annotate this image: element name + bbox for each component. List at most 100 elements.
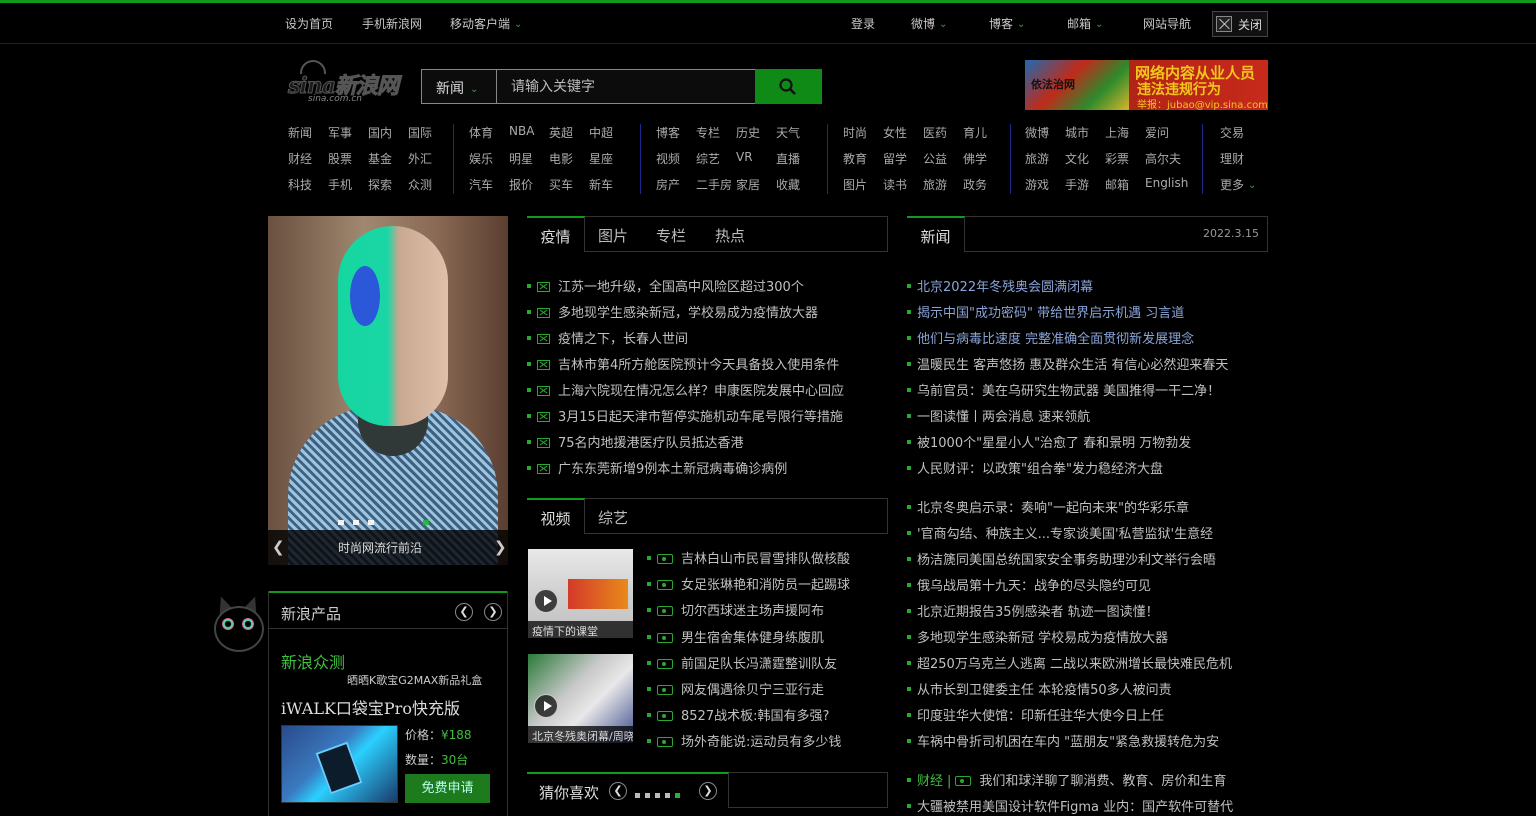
nav-link[interactable]: 二手房 bbox=[696, 176, 732, 193]
news-item[interactable]: 上海六院现在情况怎么样？申康医院发展中心回应 bbox=[527, 380, 844, 399]
set-home-link[interactable]: 设为首页 bbox=[285, 15, 333, 32]
mail-menu[interactable]: 邮箱 ⌄ bbox=[1067, 15, 1103, 32]
apply-button[interactable]: 免费申请 bbox=[405, 774, 490, 803]
headline-item[interactable]: 大疆被禁用美国设计软件Figma 业内：国产软件可替代 bbox=[907, 796, 1233, 815]
nav-link[interactable]: 手游 bbox=[1065, 176, 1089, 193]
video-item[interactable]: 场外奇能说:运动员有多少钱 bbox=[647, 731, 841, 750]
headline-item[interactable]: 北京2022年冬残奥会圆满闭幕 bbox=[907, 276, 1093, 295]
nav-link[interactable]: 佛学 bbox=[963, 150, 987, 167]
nav-link[interactable]: 天气 bbox=[776, 124, 800, 141]
nav-link[interactable]: 股票 bbox=[328, 150, 352, 167]
video-item[interactable]: 8527战术板:韩国有多强? bbox=[647, 705, 829, 724]
nav-link[interactable]: VR bbox=[736, 150, 753, 164]
cat-mascot-icon[interactable] bbox=[206, 593, 268, 660]
chevron-right-icon[interactable]: ❯ bbox=[484, 603, 502, 621]
tab-video[interactable]: 视频 bbox=[527, 498, 585, 534]
headline-item[interactable]: 被1000个"星星小人"治愈了 春和景明 万物勃发 bbox=[907, 432, 1191, 451]
chevron-right-icon[interactable]: ❯ bbox=[494, 538, 507, 556]
headline-item[interactable]: 杨洁篪同美国总统国家安全事务助理沙利文举行会晤 bbox=[907, 549, 1216, 568]
nav-link[interactable]: 旅游 bbox=[923, 176, 947, 193]
slide-dot[interactable] bbox=[338, 520, 344, 525]
nav-link[interactable]: 微博 bbox=[1025, 124, 1049, 141]
weibo-menu[interactable]: 微博 ⌄ bbox=[911, 15, 947, 32]
pager-dot[interactable] bbox=[665, 793, 670, 798]
nav-link[interactable]: 报价 bbox=[509, 176, 533, 193]
video-thumbnail[interactable]: 疫情下的课堂 bbox=[528, 549, 633, 638]
nav-link[interactable]: 新闻 bbox=[288, 124, 312, 141]
nav-link[interactable]: 高尔夫 bbox=[1145, 150, 1181, 167]
nav-link[interactable]: 文化 bbox=[1065, 150, 1089, 167]
nav-link[interactable]: 更多 ⌄ bbox=[1220, 176, 1256, 193]
nav-link[interactable]: 医药 bbox=[923, 124, 947, 141]
slide-dot-active[interactable] bbox=[423, 520, 429, 525]
nav-link[interactable]: 科技 bbox=[288, 176, 312, 193]
nav-link[interactable]: 女性 bbox=[883, 124, 907, 141]
news-item[interactable]: 多地现学生感染新冠，学校易成为疫情放大器 bbox=[527, 302, 818, 321]
news-item[interactable]: 吉林市第4所方舱医院预计今天具备投入使用条件 bbox=[527, 354, 839, 373]
nav-link[interactable]: 旅游 bbox=[1025, 150, 1049, 167]
nav-link[interactable]: 探索 bbox=[368, 176, 392, 193]
pager-dot[interactable] bbox=[645, 793, 650, 798]
mobile-sina-link[interactable]: 手机新浪网 bbox=[362, 15, 422, 32]
tab-variety[interactable]: 综艺 bbox=[585, 499, 641, 533]
photo-slideshow[interactable]: ❮ 时尚网流行前沿 ❯ bbox=[268, 216, 508, 565]
headline-item[interactable]: 从市长到卫健委主任 本轮疫情50多人被问责 bbox=[907, 679, 1172, 698]
nav-link[interactable]: 体育 bbox=[469, 124, 493, 141]
headline-item[interactable]: 他们与病毒比速度 完整准确全面贯彻新发展理念 bbox=[907, 328, 1194, 347]
nav-link[interactable]: 国内 bbox=[368, 124, 392, 141]
mobile-client-menu[interactable]: 移动客户端 ⌄ bbox=[450, 15, 522, 32]
nav-link[interactable]: 教育 bbox=[843, 150, 867, 167]
nav-link[interactable]: 买车 bbox=[549, 176, 573, 193]
site-nav-link[interactable]: 网站导航 bbox=[1143, 15, 1191, 32]
nav-link[interactable]: 电影 bbox=[549, 150, 573, 167]
news-item[interactable]: 3月15日起天津市暂停实施机动车尾号限行等措施 bbox=[527, 406, 843, 425]
search-button[interactable] bbox=[755, 69, 822, 104]
close-button[interactable]: 关闭 bbox=[1212, 11, 1268, 37]
nav-link[interactable]: 家居 bbox=[736, 176, 760, 193]
video-item[interactable]: 前国足队长冯潇霆整训队友 bbox=[647, 653, 837, 672]
nav-link[interactable]: 基金 bbox=[368, 150, 392, 167]
product-name[interactable]: iWALK口袋宝Pro快充版 bbox=[281, 695, 460, 719]
news-item[interactable]: 广东东莞新增9例本土新冠病毒确诊病例 bbox=[527, 458, 787, 477]
nav-link[interactable]: 房产 bbox=[656, 176, 680, 193]
tab-news[interactable]: 新闻 bbox=[907, 216, 965, 252]
news-item[interactable]: 江苏一地升级，全国高中风险区超过300个 bbox=[527, 276, 804, 295]
nav-link[interactable]: 收藏 bbox=[776, 176, 800, 193]
video-thumbnail[interactable]: 北京冬残奥闭幕/周晓 bbox=[528, 654, 633, 743]
products-brand-link[interactable]: 新浪众测 bbox=[281, 649, 345, 673]
nav-link[interactable]: 彩票 bbox=[1105, 150, 1129, 167]
slide-dot[interactable] bbox=[368, 520, 374, 525]
headline-item[interactable]: 乌前官员：美在乌研究生物武器 美国推得一干二净！ bbox=[907, 380, 1220, 399]
video-item[interactable]: 吉林白山市民冒雪排队做核酸 bbox=[647, 548, 850, 567]
video-item[interactable]: 切尔西球迷主场声援阿布 bbox=[647, 600, 824, 619]
headline-item[interactable]: 北京冬奥启示录：奏响"一起向未来"的华彩乐章 bbox=[907, 497, 1189, 516]
nav-link[interactable]: 时尚 bbox=[843, 124, 867, 141]
headline-item[interactable]: 温暖民生 客声悠扬 惠及群众生活 有信心必然迎来春天 bbox=[907, 354, 1228, 373]
nav-link[interactable]: NBA bbox=[509, 124, 534, 138]
headline-item[interactable]: 人民财评：以政策"组合拳"发力稳经济大盘 bbox=[907, 458, 1163, 477]
nav-link[interactable]: English bbox=[1145, 176, 1188, 190]
video-item[interactable]: 男生宿舍集体健身练腹肌 bbox=[647, 627, 824, 646]
nav-link[interactable]: 新车 bbox=[589, 176, 613, 193]
nav-link[interactable]: 财经 bbox=[288, 150, 312, 167]
nav-link[interactable]: 外汇 bbox=[408, 150, 432, 167]
video-item[interactable]: 女足张琳艳和消防员一起踢球 bbox=[647, 574, 850, 593]
nav-link[interactable]: 游戏 bbox=[1025, 176, 1049, 193]
nav-link[interactable]: 理财 bbox=[1220, 150, 1244, 167]
nav-link[interactable]: 专栏 bbox=[696, 124, 720, 141]
tab-epidemic[interactable]: 疫情 bbox=[527, 216, 585, 252]
nav-link[interactable]: 图片 bbox=[843, 176, 867, 193]
nav-link[interactable]: 交易 bbox=[1220, 124, 1244, 141]
ad-banner[interactable]: 依法治网 网络内容从业人员 违法违规行为 举报：jubao@vip.sina.c… bbox=[1025, 60, 1268, 110]
nav-link[interactable]: 育儿 bbox=[963, 124, 987, 141]
pager-dot[interactable] bbox=[635, 793, 640, 798]
nav-link[interactable]: 手机 bbox=[328, 176, 352, 193]
product-image[interactable] bbox=[281, 725, 398, 803]
chevron-right-icon[interactable]: ❯ bbox=[699, 782, 717, 800]
chevron-left-icon[interactable]: ❮ bbox=[609, 782, 627, 800]
tab-columns[interactable]: 专栏 bbox=[641, 217, 701, 251]
nav-link[interactable]: 政务 bbox=[963, 176, 987, 193]
nav-link[interactable]: 星座 bbox=[589, 150, 613, 167]
slide-caption[interactable]: 时尚网流行前沿 bbox=[338, 539, 422, 556]
nav-link[interactable]: 视频 bbox=[656, 150, 680, 167]
